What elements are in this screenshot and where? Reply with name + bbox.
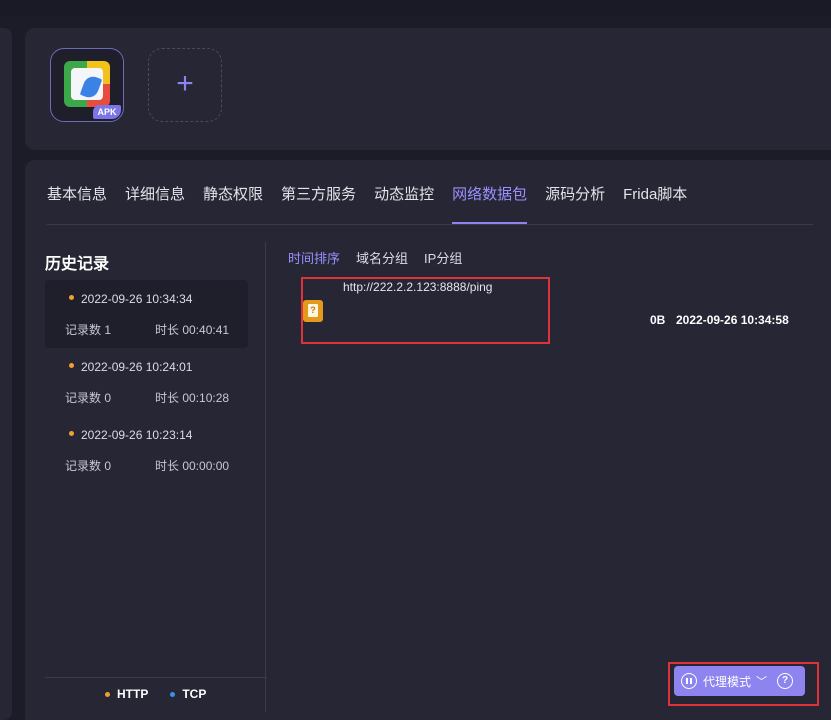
pause-icon (681, 673, 697, 689)
legend-tcp: TCP (170, 687, 206, 701)
history-item[interactable]: 2022-09-26 10:24:01 记录数 0 时长 00:10:28 (45, 348, 248, 416)
sort-tab-domain[interactable]: 域名分组 (356, 248, 408, 267)
proxy-mode-button[interactable]: 代理模式 ﹀ ? (674, 666, 805, 696)
app-logo-icon (64, 61, 110, 107)
packet-list-panel: 时间排序 域名分组 IP分组 ? http://222.2.2.123:8888… (267, 242, 831, 712)
apk-app-card[interactable]: APK (50, 48, 124, 122)
legend-http: HTTP (105, 687, 148, 701)
packet-time: 2022-09-26 10:34:58 (676, 313, 789, 327)
tab-bar: 基本信息 详细信息 静态权限 第三方服务 动态监控 网络数据包 源码分析 Fri… (47, 182, 705, 226)
tab-detail-info[interactable]: 详细信息 (125, 182, 185, 224)
tcp-dot-icon (170, 691, 176, 697)
history-item-time: 2022-09-26 10:23:14 (81, 428, 193, 442)
unknown-file-icon: ? (303, 300, 323, 322)
history-item-time: 2022-09-26 10:24:01 (81, 360, 193, 374)
tab-static-permissions[interactable]: 静态权限 (203, 182, 263, 224)
legend-divider (45, 677, 267, 678)
packet-url: http://222.2.2.123:8888/ping (343, 280, 493, 294)
top-strip (0, 0, 831, 16)
legend-tcp-label: TCP (182, 687, 207, 701)
history-item-count: 记录数 1 (65, 323, 112, 337)
history-item-duration: 时长 00:00:00 (155, 459, 230, 473)
apk-badge: APK (93, 105, 121, 119)
history-item-time: 2022-09-26 10:34:34 (81, 292, 193, 306)
history-item-duration: 时长 00:10:28 (155, 391, 230, 405)
add-app-button[interactable]: + (148, 48, 222, 122)
tab-divider (47, 224, 813, 225)
history-item-duration: 时长 00:40:41 (155, 323, 230, 337)
history-item[interactable]: 2022-09-26 10:34:34 记录数 1 时长 00:40:41 (45, 280, 248, 348)
history-item-count: 记录数 0 (65, 391, 112, 405)
history-panel: 历史记录 2022-09-26 10:34:34 记录数 1 时长 00:40:… (25, 242, 267, 712)
app-list-panel: APK + (25, 28, 831, 150)
tab-source-analysis[interactable]: 源码分析 (545, 182, 605, 224)
packet-size: 0B (650, 313, 666, 327)
left-sidebar-edge (0, 28, 12, 720)
help-icon[interactable]: ? (777, 673, 794, 689)
history-item-count: 记录数 0 (65, 459, 112, 473)
sort-tabs: 时间排序 域名分组 IP分组 (288, 248, 478, 267)
sort-tab-time[interactable]: 时间排序 (288, 248, 340, 267)
sort-tab-ip[interactable]: IP分组 (424, 248, 462, 267)
proxy-mode-label: 代理模式 (703, 674, 752, 689)
history-item[interactable]: 2022-09-26 10:23:14 记录数 0 时长 00:00:00 (45, 416, 248, 484)
chevron-down-icon: ﹀ (756, 676, 768, 688)
tab-frida-script[interactable]: Frida脚本 (623, 182, 687, 224)
http-dot-icon (105, 691, 110, 697)
protocol-legend: HTTP TCP (105, 687, 228, 701)
tab-network-packets[interactable]: 网络数据包 (452, 182, 528, 224)
tab-third-party-services[interactable]: 第三方服务 (281, 182, 356, 224)
legend-http-label: HTTP (117, 687, 149, 701)
packet-row[interactable]: ? http://222.2.2.123:8888/ping 0B 2022-0… (267, 278, 831, 342)
tab-dynamic-monitor[interactable]: 动态监控 (374, 182, 434, 224)
tab-basic-info[interactable]: 基本信息 (47, 182, 107, 224)
history-title: 历史记录 (45, 256, 110, 273)
analysis-panel: 基本信息 详细信息 静态权限 第三方服务 动态监控 网络数据包 源码分析 Fri… (25, 160, 831, 720)
